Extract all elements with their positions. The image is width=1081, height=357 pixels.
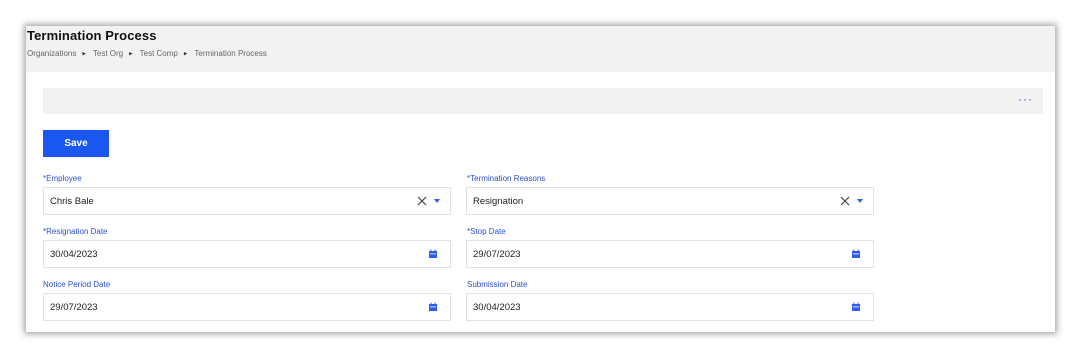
close-icon[interactable] — [416, 194, 428, 208]
breadcrumb: Organizations ▸ Test Org ▸ Test Comp ▸ T… — [27, 49, 267, 58]
calendar-icon[interactable] — [851, 249, 861, 259]
more-options-icon[interactable]: ··· — [1018, 93, 1033, 105]
termination-reasons-value: Resignation — [473, 196, 524, 207]
breadcrumb-test-org[interactable]: Test Org — [93, 49, 123, 58]
breadcrumb-organizations[interactable]: Organizations — [27, 49, 76, 58]
calendar-icon[interactable] — [851, 302, 861, 312]
page-title: Termination Process — [27, 28, 157, 43]
calendar-icon[interactable] — [428, 302, 438, 312]
submission-date-value: 30/04/2023 — [473, 302, 521, 313]
app-window: Termination Process Organizations ▸ Test… — [26, 26, 1055, 332]
save-button[interactable]: Save — [43, 130, 109, 157]
employee-select[interactable]: Chris Bale — [43, 187, 451, 215]
submission-date-input[interactable]: 30/04/2023 — [466, 293, 874, 321]
resignation-date-input[interactable]: 30/04/2023 — [43, 240, 451, 268]
employee-label: *Employee — [43, 174, 82, 183]
resignation-date-label: *Resignation Date — [43, 227, 108, 236]
resignation-date-value: 30/04/2023 — [50, 249, 98, 260]
chevron-down-icon[interactable] — [434, 199, 440, 203]
stop-date-value: 29/07/2023 — [473, 249, 521, 260]
breadcrumb-termination-process: Termination Process — [194, 49, 267, 58]
notice-period-date-value: 29/07/2023 — [50, 302, 98, 313]
termination-reasons-label: *Termination Reasons — [467, 174, 546, 183]
notice-period-date-label: Notice Period Date — [43, 280, 111, 289]
close-icon[interactable] — [839, 194, 851, 208]
submission-date-label: Submission Date — [467, 280, 528, 289]
chevron-right-icon: ▸ — [129, 50, 133, 57]
breadcrumb-test-comp[interactable]: Test Comp — [140, 49, 178, 58]
page-header: Termination Process Organizations ▸ Test… — [26, 26, 1055, 72]
stop-date-input[interactable]: 29/07/2023 — [466, 240, 874, 268]
chevron-down-icon[interactable] — [857, 199, 863, 203]
employee-value: Chris Bale — [50, 196, 94, 207]
chevron-right-icon: ▸ — [82, 50, 86, 57]
termination-reasons-select[interactable]: Resignation — [466, 187, 874, 215]
toolbar: ··· — [43, 88, 1043, 114]
chevron-right-icon: ▸ — [183, 50, 188, 57]
stop-date-label: *Stop Date — [467, 227, 506, 236]
notice-period-date-input[interactable]: 29/07/2023 — [43, 293, 451, 321]
calendar-icon[interactable] — [428, 249, 438, 259]
